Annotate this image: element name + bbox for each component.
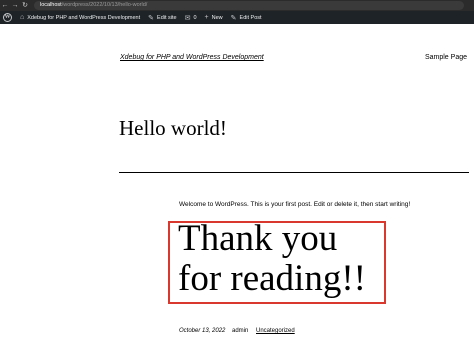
title-separator — [119, 172, 469, 173]
reload-icon[interactable]: ↻ — [20, 0, 30, 11]
admin-bar-edit-post[interactable]: ✎ Edit Post — [227, 11, 266, 24]
wp-admin-bar: W ⌂ Xdebug for PHP and WordPress Develop… — [0, 11, 474, 24]
url-path: /wordpress/2022/10/13/hello-world/ — [61, 2, 148, 8]
plus-icon: + — [204, 14, 209, 21]
edit-post-label: Edit Post — [239, 14, 262, 21]
admin-bar-site-name[interactable]: ⌂ Xdebug for PHP and WordPress Developme… — [16, 11, 144, 24]
pencil-icon: ✎ — [148, 14, 155, 22]
wordpress-logo-icon[interactable]: W — [3, 13, 12, 22]
edit-site-label: Edit site — [157, 14, 177, 21]
browser-toolbar: ← → ↻ localhost/wordpress/2022/10/13/hel… — [0, 0, 474, 11]
site-title-link[interactable]: Xdebug for PHP and WordPress Development — [120, 54, 264, 61]
post-welcome-paragraph: Welcome to WordPress. This is your first… — [179, 201, 411, 208]
post-date: October 13, 2022 — [179, 328, 226, 334]
back-arrow-icon[interactable]: ← — [0, 0, 10, 11]
admin-bar-comments[interactable]: ✉ 0 — [181, 11, 201, 24]
highlight-text: Thank you for reading!! — [178, 218, 366, 299]
post-category-link[interactable]: Uncategorized — [256, 328, 295, 334]
post-title: Hello world! — [119, 116, 227, 140]
admin-bar-site-label: Xdebug for PHP and WordPress Development — [27, 14, 141, 21]
home-icon: ⌂ — [20, 14, 25, 21]
admin-bar-edit-site[interactable]: ✎ Edit site — [144, 11, 180, 24]
admin-bar-new[interactable]: + New — [201, 11, 227, 24]
address-bar[interactable]: localhost/wordpress/2022/10/13/hello-wor… — [34, 1, 464, 10]
post-author[interactable]: admin — [232, 328, 248, 334]
pencil-icon: ✎ — [230, 14, 237, 22]
forward-arrow-icon[interactable]: → — [10, 0, 20, 11]
comments-count: 0 — [193, 14, 197, 21]
url-host: localhost — [40, 2, 62, 8]
comment-icon: ✉ — [184, 14, 191, 22]
nav-item-sample-page[interactable]: Sample Page — [425, 54, 467, 61]
new-label: New — [211, 14, 223, 21]
